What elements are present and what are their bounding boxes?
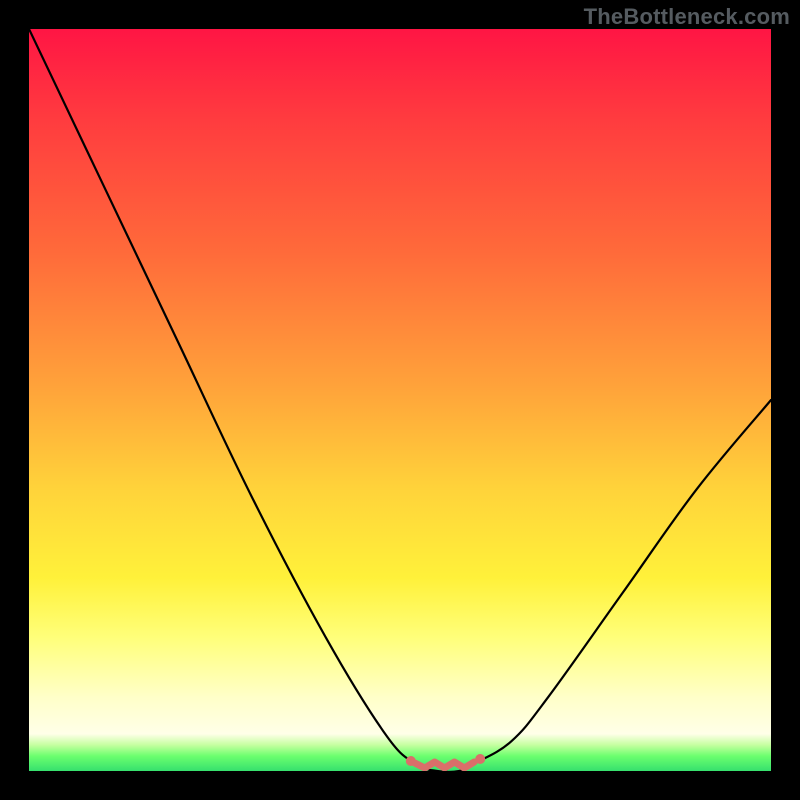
bottleneck-curve — [29, 29, 771, 771]
watermark-text: TheBottleneck.com — [584, 4, 790, 30]
chart-container: TheBottleneck.com — [0, 0, 800, 800]
plot-area — [29, 29, 771, 771]
